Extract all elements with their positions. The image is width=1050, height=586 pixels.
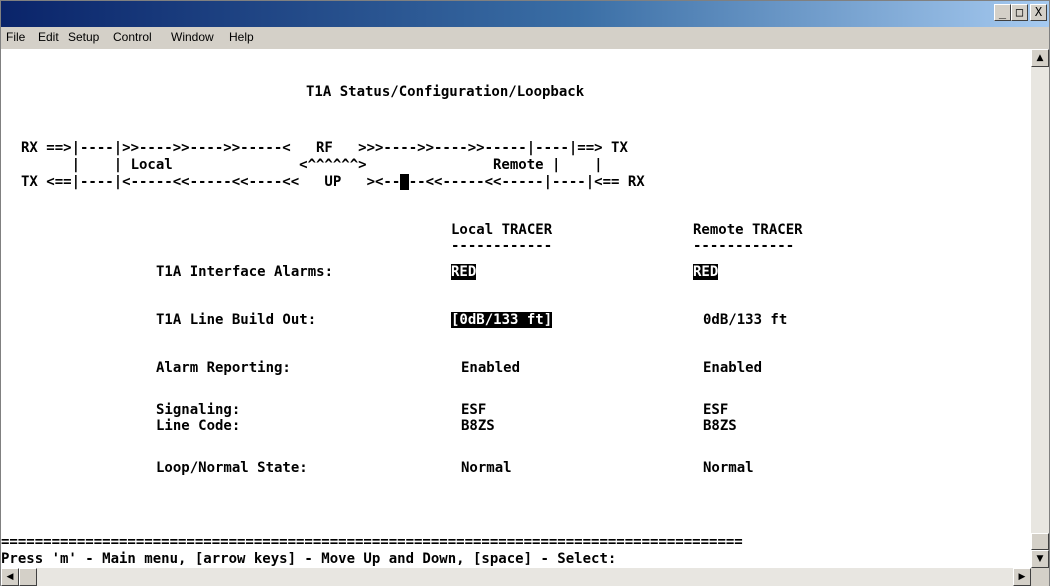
remote-tracer-underline: ------------ [693,238,795,254]
minimize-button[interactable]: _ [994,4,1011,21]
remote-line-code: B8ZS [703,418,737,434]
local-tracer-underline: ------------ [451,238,553,254]
separator-line: ========================================… [1,534,743,550]
horizontal-scrollbar[interactable]: ◀ ▶ [1,568,1031,586]
row-label-interface-alarms: T1A Interface Alarms: [156,264,334,280]
resize-grip[interactable] [1031,568,1049,586]
remote-loop-normal-state: Normal [703,460,754,476]
diagram-line-3-right: --<<-----<<-----|----|<== RX [408,174,645,190]
diagram-line-3: TX <==|----|<-----<<-----<<----<< UP ><-… [21,173,645,191]
screen-title: T1A Status/Configuration/Loopback [306,84,585,100]
maximize-button[interactable]: □ [1011,4,1028,21]
scroll-right-icon[interactable]: ▶ [1013,568,1031,586]
footer-help-text: Press 'm' - Main menu, [arrow keys] - Mo… [1,551,617,567]
remote-line-build-out: 0dB/133 ft [703,312,788,328]
local-interface-alarms[interactable]: RED [451,263,477,281]
menu-help[interactable]: Help [229,30,254,44]
menu-window[interactable]: Window [171,30,214,44]
row-label-line-build-out: T1A Line Build Out: [156,312,317,328]
terminal-screen[interactable]: T1A Status/Configuration/Loopback RX ==>… [1,49,1031,568]
row-label-loop-normal-state: Loop/Normal State: [156,460,308,476]
local-alarm-reporting[interactable]: Enabled [461,359,520,377]
remote-interface-alarms: RED [693,264,719,280]
row-label-line-code: Line Code: [156,418,241,434]
horizontal-scroll-thumb[interactable] [19,568,37,586]
terminal-window: _ □ X File Edit Setup Control Window Hel… [0,0,1050,586]
menu-control[interactable]: Control [113,30,152,44]
title-bar[interactable]: _ □ X [1,1,1049,27]
vertical-scrollbar[interactable]: ▲ ▼ [1031,49,1049,568]
diagram-line-2: | | Local <^^^^^^> Remote | | [21,157,603,173]
scroll-down-icon[interactable]: ▼ [1031,550,1049,568]
close-button[interactable]: X [1030,4,1047,21]
menu-bar: File Edit Setup Control Window Help [1,27,1049,49]
local-line-build-out-field[interactable]: [0dB/133 ft] [451,311,553,329]
local-loop-normal-state[interactable]: Normal [461,459,512,477]
terminal-cursor [400,174,409,190]
diagram-line-1: RX ==>|----|>>---->>---->>-----< RF >>>-… [21,140,628,156]
menu-file[interactable]: File [6,30,25,44]
menu-edit[interactable]: Edit [38,30,59,44]
diagram-line-3-left: TX <==|----|<-----<<-----<<----<< UP ><-… [21,174,401,190]
remote-alarm-reporting: Enabled [703,360,763,376]
scroll-thumb[interactable] [1031,533,1049,550]
local-line-code[interactable]: B8ZS [461,417,495,435]
scroll-up-icon[interactable]: ▲ [1031,49,1049,67]
menu-setup[interactable]: Setup [68,30,99,44]
scroll-left-icon[interactable]: ◀ [1,568,19,586]
row-label-alarm-reporting: Alarm Reporting: [156,360,291,376]
